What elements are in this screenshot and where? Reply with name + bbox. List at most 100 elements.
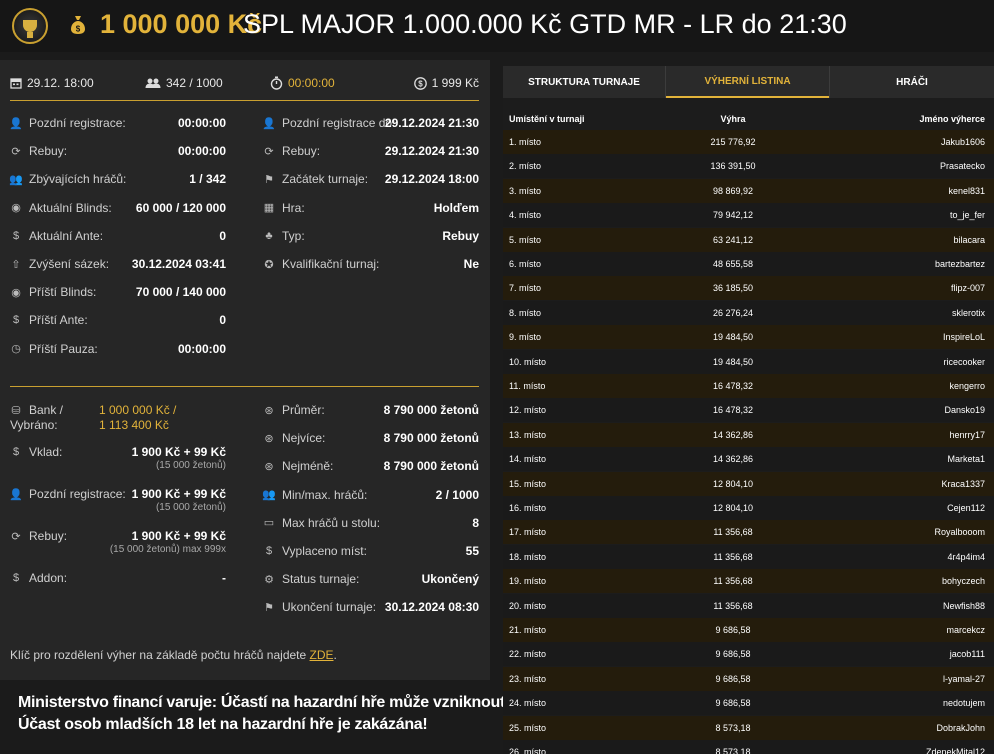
place-cell: 24. místo: [509, 698, 547, 709]
table-row[interactable]: 8. místo 26 276,24 sklerotix: [503, 300, 994, 325]
table-row[interactable]: 16. místo 12 804,10 Cejen112: [503, 496, 994, 520]
tab-payout-list[interactable]: VÝHERNÍ LISTINA: [666, 66, 829, 98]
info-label: Pozdní registrace:: [29, 487, 126, 501]
info-row: ⚑ Začátek turnaje:: [263, 171, 368, 187]
place-cell: 17. místo: [509, 527, 547, 538]
info-label: Průměr:: [282, 403, 325, 417]
info-row: $ Aktuální Ante:: [10, 228, 103, 244]
place-cell: 12. místo: [509, 405, 547, 416]
tab-bar: STRUKTURA TURNAJE VÝHERNÍ LISTINA HRÁČI: [503, 66, 994, 98]
level-up-icon: ⇧: [11, 258, 21, 271]
info-value: 00:00:00: [177, 341, 226, 356]
tab-structure[interactable]: STRUKTURA TURNAJE: [503, 66, 665, 98]
tab-players[interactable]: HRÁČI: [830, 66, 994, 98]
place-cell: 21. místo: [509, 625, 547, 635]
trophy-icon: [23, 20, 37, 38]
prize-cell: 14 362,86: [712, 454, 754, 465]
info-label: Pozdní registrace:: [29, 116, 126, 130]
info-value-note: (15 000 žetonů) max 999x: [109, 544, 226, 555]
collected-label: Vybráno:: [10, 418, 58, 432]
players-icon: [145, 78, 161, 88]
prize-cell: 8 573,18: [715, 722, 751, 733]
table-row[interactable]: 13. místo 14 362,86 henrry17: [503, 422, 994, 447]
col-header-prize[interactable]: Výhra: [683, 114, 783, 124]
winner-cell: kengerro: [949, 381, 985, 391]
prize-cell: 63 241,12: [712, 234, 754, 245]
payout-key-note: Klíč pro rozdělení výher na základě počt…: [10, 648, 337, 662]
section-divider: [10, 100, 479, 101]
info-row: ⊛ Nejméně:: [263, 458, 333, 474]
table-row[interactable]: 7. místo 36 185,50 flipz-007: [503, 276, 994, 301]
table-row[interactable]: 18. místo 11 356,68 4r4p4im4: [503, 544, 994, 569]
payout-table-header: Umístění v turnaji Výhra Jméno výherce: [503, 108, 994, 128]
table-row[interactable]: 2. místo 136 391,50 Prasatecko: [503, 154, 994, 179]
table-row[interactable]: 17. místo 11 356,68 Royalbooom: [503, 520, 994, 545]
table-row[interactable]: 24. místo 9 686,58 nedotujem: [503, 691, 994, 716]
place-cell: 25. místo: [509, 722, 547, 733]
info-row: ⟳ Rebuy:: [263, 143, 320, 159]
info-value: 70 000 / 140 000: [135, 285, 226, 300]
money-bag-icon: $: [71, 16, 85, 34]
table-row[interactable]: 15. místo 12 804,10 Kraca1337: [503, 471, 994, 496]
table-row[interactable]: 20. místo 11 356,68 Newfish88: [503, 593, 994, 618]
winner-cell: Marketa1: [947, 454, 985, 465]
place-cell: 18. místo: [509, 551, 547, 562]
place-cell: 26. místo: [509, 747, 547, 754]
info-row: ▭ Max hráčů u stolu:: [263, 515, 380, 531]
info-label: Začátek turnaje:: [282, 172, 369, 187]
winner-cell: ZdenekMital12: [925, 747, 985, 754]
info-value: 29.12.2024 21:30: [384, 116, 479, 130]
table-row[interactable]: 4. místo 79 942,12 to_je_fer: [503, 203, 994, 228]
table-row[interactable]: 10. místo 19 484,50 ricecooker: [503, 349, 994, 374]
winner-cell: ricecooker: [943, 356, 985, 367]
table-row[interactable]: 5. místo 63 241,12 bilacara: [503, 227, 994, 252]
info-label: Status turnaje:: [282, 572, 360, 587]
info-row: ◉ Příští Blinds:: [10, 284, 96, 300]
place-cell: 7. místo: [509, 283, 542, 294]
table-row[interactable]: 22. místo 9 686,58 jacob111: [503, 642, 994, 667]
winner-cell: henrry17: [949, 429, 985, 440]
table-row[interactable]: 21. místo 9 686,58 marcekcz: [503, 618, 994, 642]
table-row[interactable]: 14. místo 14 362,86 Marketa1: [503, 447, 994, 472]
info-row: 👥 Min/max. hráčů:: [262, 487, 367, 503]
info-label: Příští Blinds:: [29, 285, 97, 300]
col-header-place[interactable]: Umístění v turnaji: [509, 114, 585, 124]
warning-line-2: Účast osob mladších 18 let na hazardní h…: [18, 716, 428, 733]
finish-flag-icon: ⚑: [264, 601, 274, 614]
info-row: ⊛ Průměr:: [263, 402, 325, 418]
table-row[interactable]: 26. místo 8 573,18 ZdenekMital12: [503, 740, 994, 754]
info-value: 1 900 Kč + 99 Kč: [131, 487, 226, 501]
place-cell: 14. místo: [509, 454, 547, 465]
table-row[interactable]: 12. místo 16 478,32 Dansko19: [503, 398, 994, 423]
table-row[interactable]: 9. místo 19 484,50 InspireLoL: [503, 325, 994, 350]
info-row: 👤 Pozdní registrace do:: [262, 115, 396, 131]
info-label: Pozdní registrace do:: [282, 116, 396, 130]
addon-icon: $: [12, 572, 20, 584]
prize-cell: 136 391,50: [710, 161, 756, 172]
payout-panel: STRUKTURA TURNAJE VÝHERNÍ LISTINA HRÁČI …: [503, 66, 994, 754]
trophy-logo[interactable]: [12, 8, 48, 44]
table-row[interactable]: 1. místo 215 776,92 Jakub1606: [503, 130, 994, 154]
table-row[interactable]: 25. místo 8 573,18 DobrakJohn: [503, 715, 994, 740]
winner-cell: kenel831: [948, 185, 985, 196]
info-row: 👥 Zbývajících hráčů:: [9, 171, 127, 187]
prize-cell: 9 686,58: [715, 649, 751, 660]
winner-cell: flipz-007: [950, 283, 985, 294]
svg-text:$: $: [76, 25, 81, 34]
info-label: Příští Ante:: [29, 313, 88, 328]
info-value: Rebuy: [442, 228, 479, 243]
players-icon: 👥: [9, 173, 23, 186]
info-row: 👤 Pozdní registrace:: [9, 486, 126, 502]
table-row[interactable]: 6. místo 48 655,58 bartezbartez: [503, 252, 994, 276]
info-value: 8 790 000 žetonů: [383, 459, 479, 474]
winner-cell: Jakub1606: [940, 137, 985, 147]
table-row[interactable]: 23. místo 9 686,58 l-yamal-27: [503, 666, 994, 691]
payout-key-link[interactable]: ZDE: [310, 648, 334, 662]
table-row[interactable]: 19. místo 11 356,68 bohyczech: [503, 569, 994, 594]
table-row[interactable]: 3. místo 98 869,92 kenel831: [503, 178, 994, 203]
payout-icon: $: [265, 545, 273, 557]
table-row[interactable]: 11. místo 16 478,32 kengerro: [503, 374, 994, 398]
col-header-winner[interactable]: Jméno výherce: [919, 114, 985, 124]
info-label: Zbývajících hráčů:: [29, 172, 127, 187]
info-row: $ Příští Ante:: [10, 312, 88, 328]
